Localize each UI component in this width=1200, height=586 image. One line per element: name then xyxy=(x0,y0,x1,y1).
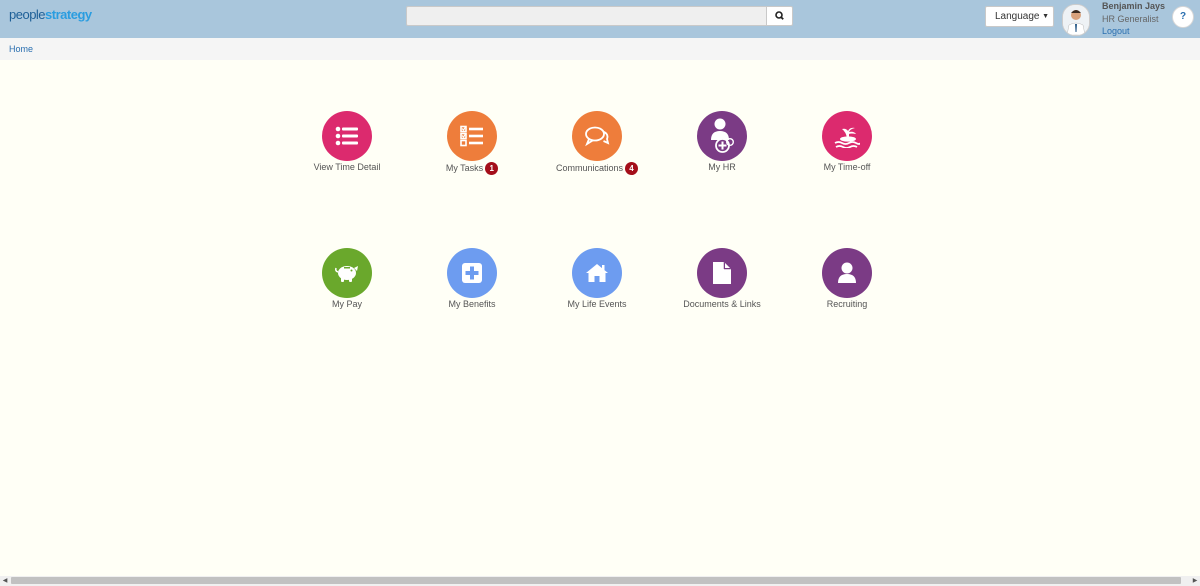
document-icon xyxy=(713,262,731,284)
tile-label[interactable]: My HR xyxy=(662,162,782,172)
tile-my-hr[interactable]: My HR xyxy=(662,111,782,181)
tile-label[interactable]: Documents & Links xyxy=(662,299,782,309)
help-button[interactable]: ? xyxy=(1172,6,1194,28)
list-icon xyxy=(335,126,358,146)
tile-documents-links[interactable]: Documents & Links xyxy=(662,248,782,318)
tile-recruiting[interactable]: Recruiting xyxy=(787,248,907,318)
scrollbar-thumb[interactable] xyxy=(11,577,1181,584)
tile-my-benefits[interactable]: My Benefits xyxy=(412,248,532,318)
tile-circle[interactable] xyxy=(697,111,747,161)
logo-text-people: people xyxy=(9,7,46,22)
logo-text-strategy: strategy xyxy=(45,7,92,22)
tile-circle[interactable] xyxy=(572,111,622,161)
scroll-right-arrow-icon[interactable]: ▶ xyxy=(1190,576,1200,586)
search-icon xyxy=(775,11,784,20)
tile-label[interactable]: View Time Detail xyxy=(287,162,407,172)
user-photo-icon xyxy=(1063,5,1089,35)
island-icon xyxy=(834,127,860,148)
chat-bubbles-icon xyxy=(585,126,610,147)
user-add-icon xyxy=(711,118,734,153)
tile-circle[interactable] xyxy=(822,111,872,161)
tile-label-text: My Time-off xyxy=(823,162,871,172)
tile-communications[interactable]: Communications 4 xyxy=(537,111,657,181)
tile-label[interactable]: My Tasks 1 xyxy=(412,162,532,175)
plus-square-icon xyxy=(462,263,482,283)
user-role: HR Generalist xyxy=(1102,14,1159,24)
home-icon xyxy=(586,264,608,282)
tile-my-life-events[interactable]: My Life Events xyxy=(537,248,657,318)
breadcrumb-bar: Home xyxy=(0,38,1200,60)
tile-circle[interactable] xyxy=(447,111,497,161)
language-label: Language xyxy=(995,11,1040,22)
tile-circle[interactable] xyxy=(572,248,622,298)
piggy-bank-icon xyxy=(335,266,358,282)
tile-circle[interactable] xyxy=(447,248,497,298)
communications-count-badge: 4 xyxy=(625,162,639,175)
scroll-left-arrow-icon[interactable]: ◀ xyxy=(0,576,10,586)
tile-label-text: My Life Events xyxy=(567,299,627,309)
tile-circle[interactable] xyxy=(322,248,372,298)
caret-down-icon: ▼ xyxy=(1042,13,1049,20)
horizontal-scrollbar[interactable]: ◀ ▶ xyxy=(0,576,1200,586)
tile-label-text: Recruiting xyxy=(826,299,868,309)
tile-label-text: View Time Detail xyxy=(313,162,381,172)
user-icon xyxy=(838,262,856,283)
top-header: peoplestrategy Language ▼ Benjamin Jays H… xyxy=(0,0,1200,38)
tile-label[interactable]: My Benefits xyxy=(412,299,532,309)
tile-view-time-detail[interactable]: View Time Detail xyxy=(287,111,407,181)
tile-label-text: My Benefits xyxy=(448,299,496,309)
user-name: Benjamin Jays xyxy=(1102,1,1166,11)
checklist-icon xyxy=(460,125,483,147)
tile-label[interactable]: Communications 4 xyxy=(537,162,657,175)
tile-label[interactable]: Recruiting xyxy=(787,299,907,309)
tile-my-tasks[interactable]: My Tasks 1 xyxy=(412,111,532,181)
tasks-count-badge: 1 xyxy=(485,162,499,175)
search-input[interactable] xyxy=(406,6,767,26)
tile-circle[interactable] xyxy=(697,248,747,298)
tile-label-text: My Tasks xyxy=(445,162,484,173)
tile-my-pay[interactable]: My Pay xyxy=(287,248,407,318)
tile-my-time-off[interactable]: My Time-off xyxy=(787,111,907,181)
tile-label[interactable]: My Life Events xyxy=(537,299,657,309)
peoplestrategy-logo[interactable]: peoplestrategy xyxy=(9,7,92,22)
tile-label-text: My Pay xyxy=(331,299,362,309)
tile-label[interactable]: My Pay xyxy=(287,299,407,309)
tile-label-text: My HR xyxy=(708,162,736,172)
tile-circle[interactable] xyxy=(822,248,872,298)
tile-label[interactable]: My Time-off xyxy=(787,162,907,172)
tile-label-text: Communications xyxy=(555,162,624,173)
logout-link[interactable]: Logout xyxy=(1102,26,1130,36)
avatar[interactable] xyxy=(1062,4,1090,36)
tile-circle[interactable] xyxy=(322,111,372,161)
language-select[interactable]: Language ▼ xyxy=(985,6,1054,27)
search-button[interactable] xyxy=(766,6,793,26)
breadcrumb-home[interactable]: Home xyxy=(9,44,33,54)
tile-label-text: Documents & Links xyxy=(683,299,761,309)
